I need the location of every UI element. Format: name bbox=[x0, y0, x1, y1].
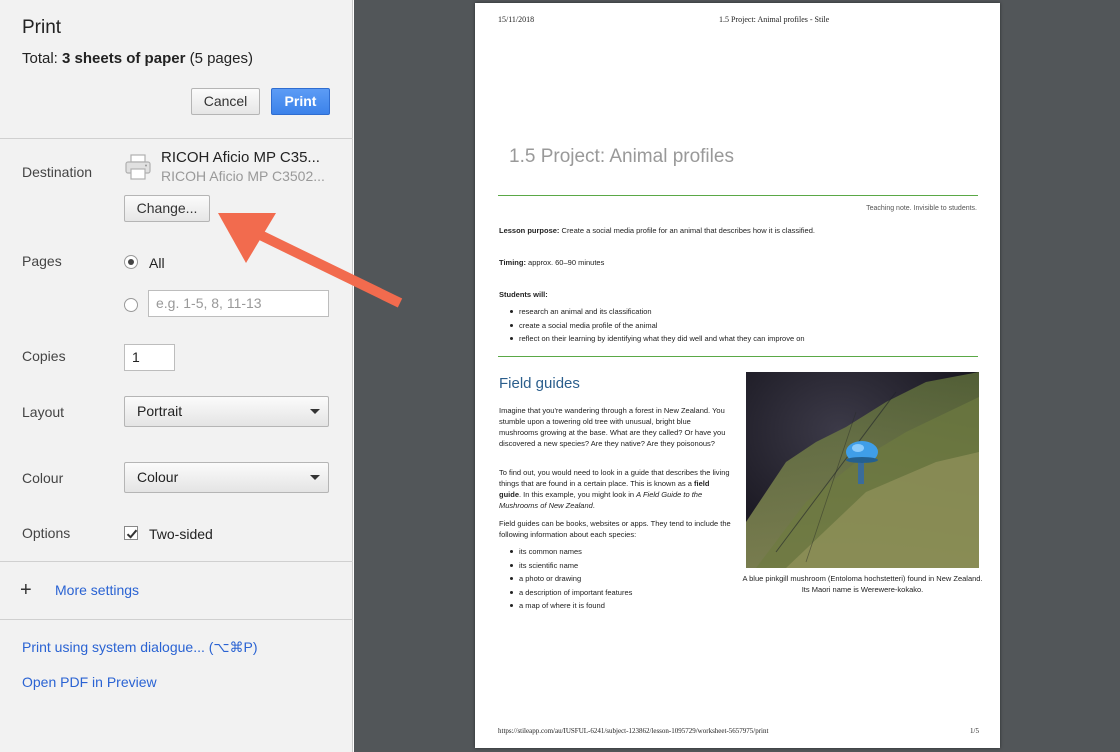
list-item: create a social media profile of the ani… bbox=[510, 320, 805, 334]
plus-icon[interactable]: + bbox=[20, 580, 32, 600]
teaching-note: Teaching note. Invisible to students. bbox=[866, 205, 977, 212]
copies-input[interactable]: 1 bbox=[124, 344, 175, 371]
chevron-down-icon bbox=[310, 475, 320, 480]
pages-custom-radio[interactable] bbox=[124, 298, 138, 312]
photo-caption: A blue pinkgill mushroom (Entoloma hochs… bbox=[742, 574, 983, 594]
colour-select-value: Colour bbox=[137, 469, 179, 485]
page-header-title: 1.5 Project: Animal profiles - Stile bbox=[719, 15, 830, 24]
options-label: Options bbox=[22, 525, 71, 541]
copies-label: Copies bbox=[22, 348, 66, 364]
pages-label: Pages bbox=[22, 253, 62, 269]
lesson-purpose: Lesson purpose: Create a social media pr… bbox=[499, 225, 815, 236]
paragraph: To find out, you would need to look in a… bbox=[499, 467, 731, 511]
students-will-list: research an animal and its classificatio… bbox=[510, 306, 805, 347]
timing: Timing: approx. 60–90 minutes bbox=[499, 257, 604, 268]
dialog-title: Print bbox=[22, 17, 62, 38]
species-info-list: its common names its scientific name a p… bbox=[509, 546, 632, 614]
destination-printer-detail: RICOH Aficio MP C3502... bbox=[161, 168, 325, 184]
print-dialog: Print Total: 3 sheets of paper (5 pages)… bbox=[0, 0, 1120, 752]
layout-label: Layout bbox=[22, 404, 65, 420]
divider bbox=[0, 138, 353, 139]
paragraph-text: . In this example, you might look in bbox=[519, 490, 637, 499]
list-item: its common names bbox=[509, 546, 632, 560]
timing-text: approx. 60–90 minutes bbox=[525, 258, 605, 267]
pages-range-input[interactable]: e.g. 1-5, 8, 11-13 bbox=[148, 290, 329, 317]
preview-page: 15/11/2018 1.5 Project: Animal profiles … bbox=[475, 3, 1000, 748]
total-sheets-count: 3 sheets of paper bbox=[62, 50, 186, 67]
system-dialogue-link[interactable]: Print using system dialogue... (⌥⌘P) bbox=[22, 639, 258, 656]
destination-printer-name: RICOH Aficio MP C35... bbox=[161, 149, 320, 166]
change-destination-button[interactable]: Change... bbox=[124, 195, 210, 222]
timing-label: Timing: bbox=[499, 258, 526, 267]
students-will-heading: Students will: bbox=[499, 290, 548, 299]
layout-select-value: Portrait bbox=[137, 403, 183, 419]
list-item: a description of important features bbox=[509, 587, 632, 601]
page-header-date: 15/11/2018 bbox=[498, 15, 535, 24]
print-settings-sidebar: Print Total: 3 sheets of paper (5 pages)… bbox=[0, 0, 353, 752]
pages-all-label: All bbox=[149, 255, 165, 271]
students-will-label: Students will: bbox=[499, 289, 548, 300]
list-item: a photo or drawing bbox=[509, 573, 632, 587]
layout-select[interactable]: Portrait bbox=[124, 396, 329, 427]
paragraph: Imagine that you're wandering through a … bbox=[499, 406, 726, 448]
total-pages-count: (5 pages) bbox=[185, 50, 253, 67]
printer-icon bbox=[124, 153, 152, 181]
colour-select[interactable]: Colour bbox=[124, 462, 329, 493]
divider bbox=[498, 356, 978, 357]
page-footer-url: https://stileapp.com/au/IUSFUL-6241/subj… bbox=[498, 727, 769, 735]
lesson-purpose-text: Create a social media profile for an ani… bbox=[559, 226, 815, 235]
divider bbox=[498, 195, 978, 196]
more-settings-link[interactable]: More settings bbox=[55, 582, 139, 598]
open-pdf-link[interactable]: Open PDF in Preview bbox=[22, 674, 157, 690]
lesson-purpose-label: Lesson purpose: bbox=[499, 226, 560, 235]
list-item: a map of where it is found bbox=[509, 600, 632, 614]
pages-all-radio[interactable] bbox=[124, 255, 138, 269]
two-sided-label: Two-sided bbox=[149, 526, 213, 542]
divider bbox=[0, 619, 353, 620]
total-sheets: Total: 3 sheets of paper (5 pages) bbox=[22, 50, 253, 67]
field-guides-heading: Field guides bbox=[499, 375, 580, 392]
cancel-button[interactable]: Cancel bbox=[191, 88, 260, 115]
list-item: research an animal and its classificatio… bbox=[510, 306, 805, 320]
chevron-down-icon bbox=[310, 409, 320, 414]
total-prefix: Total: bbox=[22, 50, 63, 67]
divider bbox=[0, 561, 353, 562]
print-preview-area[interactable]: 15/11/2018 1.5 Project: Animal profiles … bbox=[354, 0, 1120, 752]
destination-label: Destination bbox=[22, 164, 93, 180]
print-button[interactable]: Print bbox=[271, 88, 330, 115]
colour-label: Colour bbox=[22, 470, 64, 486]
checkmark-icon bbox=[126, 529, 138, 539]
document-title: 1.5 Project: Animal profiles bbox=[509, 146, 734, 167]
two-sided-checkbox[interactable] bbox=[124, 526, 138, 540]
page-footer-number: 1/5 bbox=[970, 727, 979, 735]
paragraph: Field guides can be books, websites or a… bbox=[499, 519, 731, 539]
list-item: reflect on their learning by identifying… bbox=[510, 333, 805, 347]
list-item: its scientific name bbox=[509, 560, 632, 574]
paragraph-text: . bbox=[592, 501, 595, 510]
mushroom-photo bbox=[746, 372, 979, 568]
